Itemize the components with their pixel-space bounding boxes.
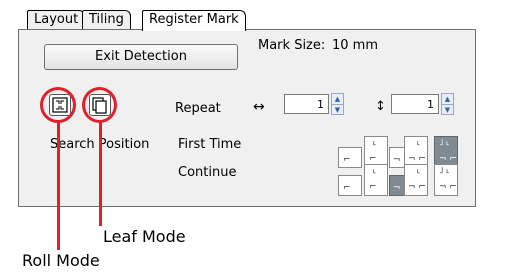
repeat-vertical-spinner[interactable]: ▲ ▼	[441, 93, 454, 115]
leaf-mode-callout-ring	[82, 87, 117, 123]
tab-register-mark[interactable]: Register Mark	[142, 10, 246, 31]
spin-up-icon[interactable]: ▲	[442, 94, 453, 104]
first-time-label: First Time	[178, 137, 242, 152]
spin-up-icon[interactable]: ▲	[332, 94, 343, 104]
continue-option-5[interactable]: ˩ ˪ ¬ ⌐	[434, 164, 458, 196]
tab-layout[interactable]: Layout	[27, 10, 86, 30]
continue-option-1[interactable]: ⌐	[338, 175, 362, 196]
repeat-horizontal-spinner[interactable]: ▲ ▼	[331, 93, 344, 115]
continue-option-4[interactable]: ˪ ¬ ⌐	[404, 164, 428, 196]
roll-mode-callout-ring	[40, 87, 76, 123]
mark-size-value: 10 mm	[332, 38, 379, 53]
spin-down-icon[interactable]: ▼	[442, 104, 453, 115]
roll-mode-callout-line	[57, 122, 60, 250]
first-time-option-1[interactable]: ⌐	[338, 147, 362, 168]
vertical-arrow-icon: ↕	[375, 99, 386, 114]
spin-down-icon[interactable]: ▼	[332, 104, 343, 115]
horizontal-arrow-icon: ↔	[253, 99, 265, 115]
continue-label: Continue	[178, 165, 237, 180]
continue-option-2[interactable]: ˪ ⌐	[364, 164, 388, 196]
leaf-mode-callout-label: Leaf Mode	[103, 227, 186, 246]
roll-mode-callout-label: Roll Mode	[22, 251, 100, 270]
mark-size-label: Mark Size:	[258, 38, 326, 53]
repeat-horizontal-input[interactable]: 1	[284, 94, 329, 114]
tab-tiling[interactable]: Tiling	[82, 10, 131, 30]
exit-detection-button[interactable]: Exit Detection	[44, 44, 238, 70]
repeat-label: Repeat	[175, 101, 221, 116]
leaf-mode-callout-line	[99, 122, 102, 226]
repeat-vertical-input[interactable]: 1	[391, 94, 439, 114]
